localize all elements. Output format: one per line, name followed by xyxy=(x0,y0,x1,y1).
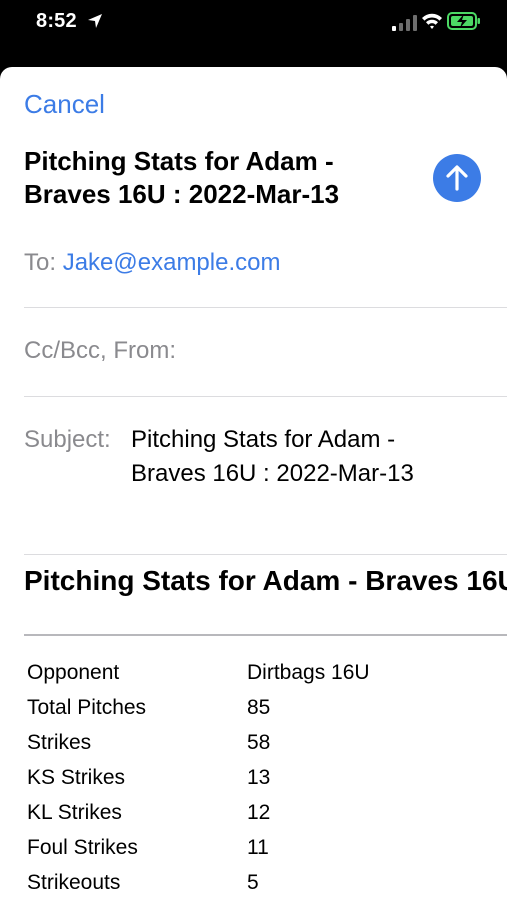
stat-label: KL Strikes xyxy=(27,800,122,824)
stat-label: Opponent xyxy=(27,660,120,684)
table-row: Foul Strikes 11 xyxy=(27,830,370,865)
to-field[interactable]: To: Jake@example.com xyxy=(24,249,507,277)
stat-label: Foul Strikes xyxy=(27,835,138,859)
wifi-icon xyxy=(422,13,442,29)
table-row: Opponent Dirtbags 16U xyxy=(27,655,370,690)
location-arrow-icon xyxy=(88,14,102,28)
stat-label: Strikes xyxy=(27,730,92,754)
compose-title: Pitching Stats for Adam - Braves 16U : 2… xyxy=(24,146,340,209)
table-row: KL Strikes 12 xyxy=(27,795,370,830)
signal-icon xyxy=(392,15,417,31)
stat-value: 5 xyxy=(247,870,259,894)
send-arrow-icon xyxy=(446,165,468,191)
stat-value: Dirtbags 16U xyxy=(247,660,370,684)
body-heading: Pitching Stats for Adam - Braves 16U xyxy=(24,565,507,596)
status-bar: 8:52 xyxy=(0,0,507,56)
to-recipient[interactable]: Jake@example.com xyxy=(63,249,281,276)
table-row: Total Pitches 85 xyxy=(27,690,370,725)
stat-value: 58 xyxy=(247,730,271,754)
stat-label: Strikeouts xyxy=(27,870,121,894)
table-row: KS Strikes 13 xyxy=(27,760,370,795)
divider xyxy=(24,554,507,555)
send-button[interactable] xyxy=(433,154,481,202)
table-row: Strikeouts 5 xyxy=(27,865,370,900)
table-row: Strikes 58 xyxy=(27,725,370,760)
cancel-button[interactable]: Cancel xyxy=(24,89,105,120)
divider xyxy=(24,396,507,397)
subject-value[interactable]: Pitching Stats for Adam - Braves 16U : 2… xyxy=(131,423,471,491)
status-time: 8:52 xyxy=(36,10,77,32)
mail-compose-sheet: Cancel Pitching Stats for Adam - Braves … xyxy=(0,67,507,907)
subject-label: Subject: xyxy=(24,426,111,453)
stat-value: 85 xyxy=(247,695,271,719)
to-label: To: xyxy=(24,249,57,276)
body-rule xyxy=(24,634,507,636)
cc-bcc-from-field[interactable]: Cc/Bcc, From: xyxy=(24,337,507,365)
stats-table: Opponent Dirtbags 16U Total Pitches 85 S… xyxy=(27,655,370,900)
cc-bcc-from-label: Cc/Bcc, From: xyxy=(24,337,177,364)
stat-value: 13 xyxy=(247,765,271,789)
divider xyxy=(24,307,507,308)
stat-value: 11 xyxy=(247,835,269,859)
stat-label: Total Pitches xyxy=(27,695,147,719)
stat-value: 12 xyxy=(247,800,271,824)
battery-charging-icon xyxy=(447,12,480,30)
stat-label: KS Strikes xyxy=(27,765,126,789)
